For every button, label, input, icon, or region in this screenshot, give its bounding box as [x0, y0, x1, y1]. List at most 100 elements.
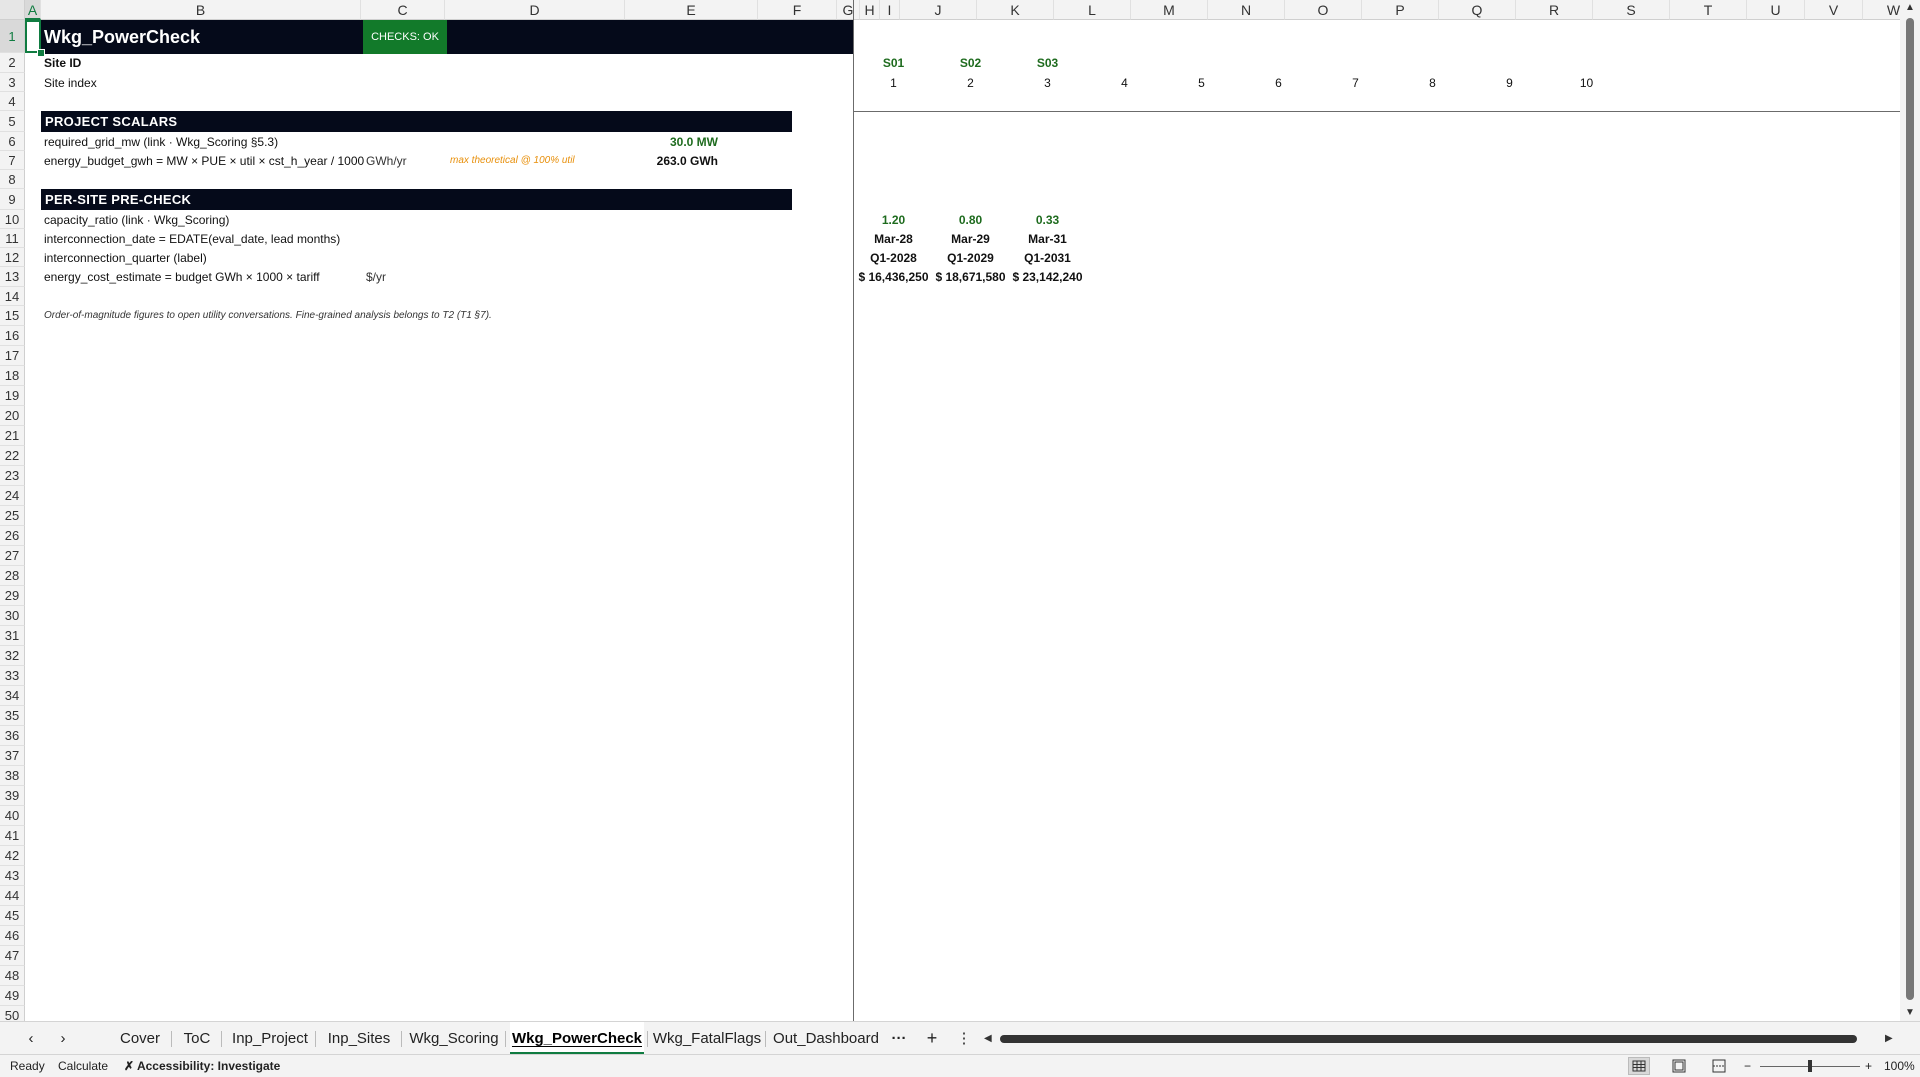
row-header-30[interactable]: 30: [0, 606, 25, 626]
row-header-31[interactable]: 31: [0, 626, 25, 646]
column-header-N[interactable]: N: [1208, 0, 1285, 20]
column-header-E[interactable]: E: [625, 0, 758, 20]
row-header-18[interactable]: 18: [0, 366, 25, 386]
site-id-cell[interactable]: S01: [855, 53, 932, 73]
row-header-7[interactable]: 7: [0, 151, 25, 170]
row-header-47[interactable]: 47: [0, 946, 25, 966]
row-header-13[interactable]: 13: [0, 267, 25, 287]
tab-inp-project[interactable]: Inp_Project: [228, 1022, 312, 1055]
row-header-49[interactable]: 49: [0, 986, 25, 1006]
tab-wkg-scoring[interactable]: Wkg_Scoring: [406, 1022, 502, 1055]
interconnection-quarter-cell[interactable]: Q1-2031: [1009, 248, 1086, 268]
row-header-2[interactable]: 2: [0, 53, 25, 73]
column-header-F[interactable]: F: [758, 0, 837, 20]
column-header-A[interactable]: A: [25, 0, 41, 20]
vertical-scrollbar[interactable]: ▲ ▼: [1900, 0, 1920, 1021]
column-header-H[interactable]: H: [860, 0, 880, 20]
row-header-21[interactable]: 21: [0, 426, 25, 446]
horizontal-scroll-thumb[interactable]: [1000, 1035, 1857, 1043]
interconnection-date-cell[interactable]: Mar-28: [855, 229, 932, 249]
column-header-P[interactable]: P: [1362, 0, 1439, 20]
site-index-cell[interactable]: 7: [1317, 73, 1394, 93]
tab-options-icon[interactable]: ⋮: [954, 1022, 974, 1055]
interconnection-date-cell[interactable]: Mar-31: [1009, 229, 1086, 249]
row-header-1[interactable]: 1: [0, 20, 25, 53]
row-header-38[interactable]: 38: [0, 766, 25, 786]
site-index-cell[interactable]: 3: [1009, 73, 1086, 93]
row-header-24[interactable]: 24: [0, 486, 25, 506]
add-sheet-button[interactable]: +: [920, 1022, 944, 1055]
zoom-slider-thumb[interactable]: [1808, 1060, 1812, 1072]
row-header-43[interactable]: 43: [0, 866, 25, 886]
required-grid-value[interactable]: 30.0 MW: [630, 132, 718, 152]
site-index-cell[interactable]: 4: [1086, 73, 1163, 93]
row-header-16[interactable]: 16: [0, 326, 25, 346]
tab-toc[interactable]: ToC: [176, 1022, 218, 1055]
tab-out-dashboard[interactable]: Out_Dashboard: [770, 1022, 882, 1055]
energy-cost-cell[interactable]: $ 23,142,240: [1009, 267, 1086, 287]
row-header-50[interactable]: 50: [0, 1006, 25, 1021]
row-header-37[interactable]: 37: [0, 746, 25, 766]
column-header-G[interactable]: G: [837, 0, 860, 20]
row-header-6[interactable]: 6: [0, 132, 25, 151]
capacity-ratio-cell[interactable]: 1.20: [855, 210, 932, 230]
site-index-cell[interactable]: 10: [1548, 73, 1625, 93]
column-header-O[interactable]: O: [1285, 0, 1362, 20]
row-header-22[interactable]: 22: [0, 446, 25, 466]
site-id-cell[interactable]: S02: [932, 53, 1009, 73]
page-break-view-button[interactable]: [1708, 1057, 1730, 1075]
row-header-4[interactable]: 4: [0, 92, 25, 111]
energy-cost-cell[interactable]: $ 18,671,580: [932, 267, 1009, 287]
normal-view-button[interactable]: [1628, 1057, 1650, 1075]
site-index-cell[interactable]: 1: [855, 73, 932, 93]
tab-wkg-powercheck[interactable]: Wkg_PowerCheck: [510, 1022, 644, 1055]
calculate-button[interactable]: Calculate: [58, 1055, 108, 1077]
column-header-C[interactable]: C: [361, 0, 445, 20]
tab-inp-sites[interactable]: Inp_Sites: [320, 1022, 398, 1055]
row-header-45[interactable]: 45: [0, 906, 25, 926]
row-header-10[interactable]: 10: [0, 210, 25, 229]
capacity-ratio-cell[interactable]: 0.33: [1009, 210, 1086, 230]
column-header-R[interactable]: R: [1516, 0, 1593, 20]
row-header-9[interactable]: 9: [0, 189, 25, 210]
row-header-29[interactable]: 29: [0, 586, 25, 606]
energy-budget-value[interactable]: 263.0 GWh: [620, 151, 718, 171]
site-index-cell[interactable]: 9: [1471, 73, 1548, 93]
energy-cost-cell[interactable]: $ 16,436,250: [855, 267, 932, 287]
row-header-15[interactable]: 15: [0, 306, 25, 326]
hscroll-left-icon[interactable]: ◀: [984, 1033, 992, 1044]
row-header-11[interactable]: 11: [0, 229, 25, 248]
more-tabs-icon[interactable]: ···: [888, 1022, 910, 1055]
column-header-I[interactable]: I: [880, 0, 900, 20]
row-header-5[interactable]: 5: [0, 111, 25, 132]
column-header-V[interactable]: V: [1805, 0, 1863, 20]
zoom-level[interactable]: 100%: [1884, 1055, 1915, 1077]
row-header-35[interactable]: 35: [0, 706, 25, 726]
row-header-42[interactable]: 42: [0, 846, 25, 866]
column-header-T[interactable]: T: [1670, 0, 1747, 20]
row-header-19[interactable]: 19: [0, 386, 25, 406]
row-header-41[interactable]: 41: [0, 826, 25, 846]
site-index-cell[interactable]: 6: [1240, 73, 1317, 93]
row-header-46[interactable]: 46: [0, 926, 25, 946]
interconnection-quarter-cell[interactable]: Q1-2029: [932, 248, 1009, 268]
row-header-33[interactable]: 33: [0, 666, 25, 686]
page-layout-view-button[interactable]: [1668, 1057, 1690, 1075]
row-header-26[interactable]: 26: [0, 526, 25, 546]
column-header-U[interactable]: U: [1747, 0, 1805, 20]
column-header-D[interactable]: D: [445, 0, 625, 20]
row-header-44[interactable]: 44: [0, 886, 25, 906]
tab-cover[interactable]: Cover: [112, 1022, 168, 1055]
row-header-3[interactable]: 3: [0, 73, 25, 92]
row-header-48[interactable]: 48: [0, 966, 25, 986]
zoom-out-button[interactable]: −: [1744, 1055, 1751, 1077]
accessibility-button[interactable]: ✗ Accessibility: Investigate: [124, 1055, 280, 1077]
column-header-J[interactable]: J: [900, 0, 977, 20]
scroll-down-icon[interactable]: ▼: [1905, 1007, 1915, 1018]
column-header-S[interactable]: S: [1593, 0, 1670, 20]
row-header-40[interactable]: 40: [0, 806, 25, 826]
row-header-32[interactable]: 32: [0, 646, 25, 666]
scroll-up-icon[interactable]: ▲: [1905, 2, 1915, 13]
vertical-scroll-thumb[interactable]: [1906, 18, 1914, 1000]
hscroll-right-icon[interactable]: ▶: [1885, 1033, 1893, 1044]
